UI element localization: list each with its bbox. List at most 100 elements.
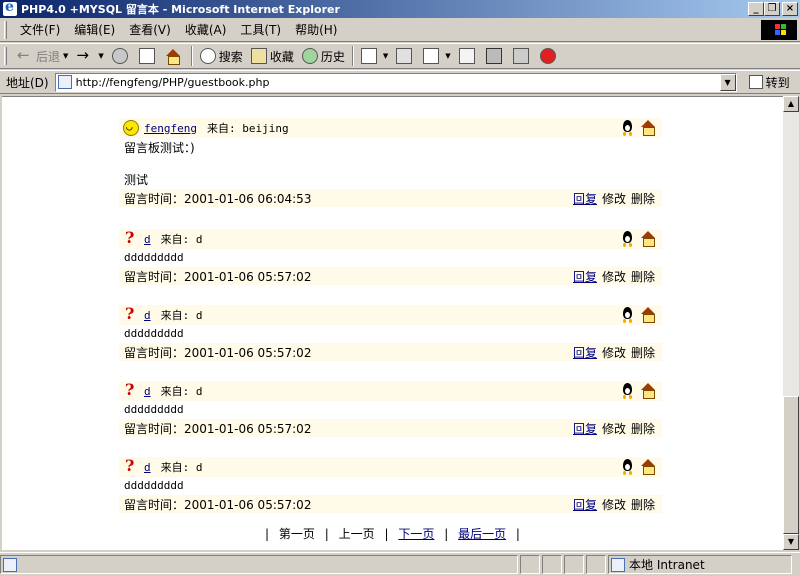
edit-dropdown-icon[interactable]: ▼ <box>445 52 450 60</box>
edit-link[interactable]: 修改 <box>602 496 626 513</box>
author-link[interactable]: d <box>144 309 151 322</box>
history-icon <box>301 48 318 64</box>
realplayer-button[interactable] <box>536 45 563 67</box>
entry-header: d 来自: d <box>119 456 662 477</box>
entry-message: ddddddddd <box>119 249 662 267</box>
delete-link[interactable]: 删除 <box>631 344 655 361</box>
edit-link[interactable]: 修改 <box>602 420 626 437</box>
discuss-icon <box>458 48 475 64</box>
edit-link[interactable]: 修改 <box>602 344 626 361</box>
reply-link[interactable]: 回复 <box>573 344 597 361</box>
delete-link[interactable]: 删除 <box>631 420 655 437</box>
menu-help[interactable]: 帮助(H) <box>288 21 344 38</box>
author-link[interactable]: d <box>144 233 151 246</box>
author-link[interactable]: d <box>144 461 151 474</box>
tools-button[interactable] <box>482 45 509 67</box>
address-dropdown-icon[interactable]: ▼ <box>719 73 736 91</box>
question-icon <box>123 380 139 399</box>
qq-penguin-icon[interactable] <box>620 459 635 475</box>
homepage-icon[interactable] <box>641 120 656 136</box>
go-button[interactable]: 转到 <box>748 74 790 91</box>
qq-penguin-icon[interactable] <box>620 120 635 136</box>
menu-edit[interactable]: 编辑(E) <box>67 21 122 38</box>
search-icon <box>199 48 216 64</box>
address-input[interactable]: http://fengfeng/PHP/guestbook.php ▼ <box>54 72 737 92</box>
close-button[interactable]: × <box>782 2 798 16</box>
mail-dropdown-icon[interactable]: ▼ <box>383 52 388 60</box>
discuss-button[interactable] <box>455 45 482 67</box>
delete-link[interactable]: 删除 <box>631 190 655 207</box>
windows-logo-icon <box>761 20 797 40</box>
guestbook-entry: fengfeng 来自: beijing 留言板测试：) 测试 留言时间：200… <box>119 118 662 207</box>
author-from: 来自: beijing <box>206 122 289 135</box>
edit-link[interactable]: 修改 <box>602 190 626 207</box>
entry-contact-icons <box>620 307 656 323</box>
homepage-icon[interactable] <box>641 307 656 323</box>
restore-button[interactable]: ❐ <box>764 2 780 16</box>
qq-penguin-icon[interactable] <box>620 383 635 399</box>
entry-spacer <box>119 437 662 457</box>
author-link[interactable]: d <box>144 385 151 398</box>
edit-link[interactable]: 修改 <box>602 268 626 285</box>
home-button[interactable] <box>162 45 188 67</box>
menu-favorites[interactable]: 收藏(A) <box>178 21 234 38</box>
qq-penguin-icon[interactable] <box>620 307 635 323</box>
print-button[interactable] <box>392 45 419 67</box>
toolbar-grip <box>4 47 7 65</box>
delete-link[interactable]: 删除 <box>631 268 655 285</box>
status-bar: 本地 Intranet <box>0 552 800 576</box>
scroll-down-button[interactable]: ▼ <box>783 534 799 550</box>
reply-link[interactable]: 回复 <box>573 420 597 437</box>
entry-actions: 回复 修改 删除 <box>573 344 655 361</box>
stop-button[interactable] <box>108 45 135 67</box>
forward-dropdown-icon[interactable]: ▼ <box>98 52 103 60</box>
author-link[interactable]: fengfeng <box>144 122 197 135</box>
go-label: 转到 <box>765 75 790 90</box>
address-url[interactable]: http://fengfeng/PHP/guestbook.php <box>76 76 270 89</box>
forward-button[interactable]: ▼ <box>72 45 107 67</box>
mail-button[interactable]: ▼ <box>357 45 392 67</box>
reply-link[interactable]: 回复 <box>573 190 597 207</box>
mail-icon <box>360 48 377 64</box>
delete-link[interactable]: 删除 <box>631 496 655 513</box>
scroll-up-button[interactable]: ▲ <box>783 96 799 112</box>
entry-spacer <box>119 285 662 305</box>
search-label: 搜索 <box>218 49 243 64</box>
homepage-icon[interactable] <box>641 383 656 399</box>
guestbook-entry: d 来自: d ddddddddd 留言时间：2001-01-06 05:57:… <box>119 380 662 437</box>
back-arrow-icon <box>17 46 33 64</box>
history-button[interactable]: 历史 <box>298 45 349 67</box>
pager-separator: | <box>265 527 270 541</box>
entry-actions: 回复 修改 删除 <box>573 496 655 513</box>
pager-separator: | <box>515 527 520 541</box>
message-line: 测试 <box>124 173 149 187</box>
menu-view[interactable]: 查看(V) <box>122 21 178 38</box>
search-button[interactable]: 搜索 <box>196 45 247 67</box>
entry-actions: 回复 修改 删除 <box>573 268 655 285</box>
back-button[interactable]: 后退 ▼ <box>13 45 72 67</box>
refresh-button[interactable] <box>135 45 162 67</box>
page-status-icon <box>3 557 17 572</box>
entry-header: d 来自: d <box>119 304 662 325</box>
back-label: 后退 <box>36 49 61 64</box>
scroll-thumb[interactable] <box>783 396 799 534</box>
edit-icon <box>423 48 440 64</box>
homepage-icon[interactable] <box>641 459 656 475</box>
entry-spacer <box>119 207 662 229</box>
next-page-link[interactable]: 下一页 <box>398 527 434 541</box>
edit-button[interactable]: ▼ <box>419 45 454 67</box>
favorites-button[interactable]: 收藏 <box>247 45 298 67</box>
reply-link[interactable]: 回复 <box>573 496 597 513</box>
messenger-button[interactable] <box>509 45 536 67</box>
qq-penguin-icon[interactable] <box>620 231 635 247</box>
homepage-icon[interactable] <box>641 231 656 247</box>
reply-link[interactable]: 回复 <box>573 268 597 285</box>
last-page-link[interactable]: 最后一页 <box>458 527 506 541</box>
vertical-scrollbar[interactable]: ▲ ▼ <box>783 96 799 550</box>
title-bar: PHP4.0 +MYSQL 留言本 - Microsoft Internet E… <box>0 0 800 18</box>
menu-tools[interactable]: 工具(T) <box>233 21 288 38</box>
minimize-button[interactable]: _ <box>748 2 764 16</box>
menu-file[interactable]: 文件(F) <box>13 21 67 38</box>
back-dropdown-icon[interactable]: ▼ <box>63 52 68 60</box>
status-main <box>0 555 518 574</box>
